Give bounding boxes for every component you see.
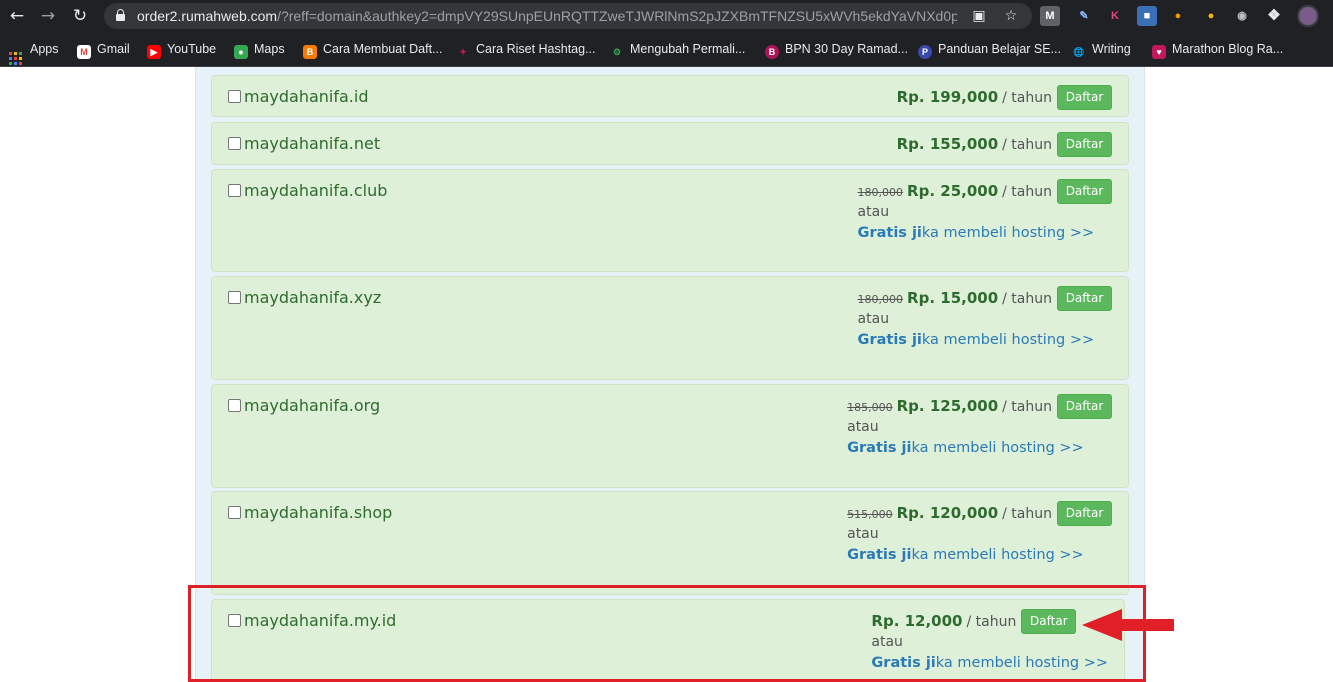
highlight-box — [188, 585, 1146, 682]
bookmark-gmail[interactable]: M Gmail — [77, 40, 130, 59]
daftar-button[interactable]: Daftar — [1057, 286, 1112, 311]
youtube-icon: ▶ — [147, 45, 161, 59]
domain-checkbox[interactable] — [228, 184, 241, 197]
domain-name: maydahanifa.shop — [244, 503, 393, 522]
maps-icon: ● — [234, 45, 248, 59]
period: / tahun — [1002, 90, 1052, 106]
gratis-hosting-link[interactable]: Gratis jika membeli hosting >> — [858, 222, 1112, 244]
domain-row: maydahanifa.org 185,000 Rp. 125,000/ tahu… — [211, 384, 1129, 488]
daftar-button[interactable]: Daftar — [1057, 394, 1112, 419]
price-block: Rp. 155,000/ tahun Daftar — [896, 132, 1112, 157]
bookmark-bpn[interactable]: B BPN 30 Day Ramad... — [765, 40, 908, 59]
link-icon: ✦ — [459, 47, 467, 57]
domain-row: maydahanifa.net Rp. 155,000/ tahun Daftar — [211, 122, 1129, 165]
period: / tahun — [1002, 506, 1052, 522]
old-price: 515,000 — [847, 508, 893, 521]
reload-icon[interactable]: ↻ — [70, 6, 90, 26]
red-arrow-icon — [1082, 609, 1174, 641]
price: Rp. 15,000 — [907, 289, 999, 307]
atau-text: atau — [847, 419, 879, 435]
bookmark-apps[interactable]: Apps — [9, 40, 59, 65]
domain-row: maydahanifa.id Rp. 199,000/ tahun Daftar — [211, 75, 1129, 117]
gmail-icon: M — [77, 45, 91, 59]
price: Rp. 120,000 — [896, 504, 999, 522]
page-content: maydahanifa.id Rp. 199,000/ tahun Daftar … — [0, 67, 1333, 682]
apps-grid-icon — [9, 52, 22, 65]
daftar-button[interactable]: Daftar — [1057, 132, 1112, 157]
old-price: 180,000 — [857, 186, 904, 199]
bookmark-maps[interactable]: ● Maps — [234, 40, 285, 59]
domain-row: maydahanifa.club 180,000 Rp. 25,000/ tahu… — [211, 169, 1129, 272]
mendeley-extension-icon[interactable]: M — [1040, 6, 1060, 26]
daftar-button[interactable]: Daftar — [1057, 501, 1112, 526]
gear-icon: ⚙ — [612, 47, 622, 57]
gratis-hosting-link[interactable]: Gratis jika membeli hosting >> — [847, 544, 1112, 566]
url-text: order2.rumahweb.com/?reff=domain&authkey… — [137, 8, 957, 24]
price-block: Rp. 199,000/ tahun Daftar — [896, 85, 1112, 110]
bookmark-panduan[interactable]: P Panduan Belajar SE... — [918, 40, 1061, 59]
price: Rp. 155,000 — [896, 135, 999, 153]
daftar-button[interactable]: Daftar — [1057, 179, 1112, 204]
domain-name: maydahanifa.org — [244, 396, 381, 415]
domain-name: maydahanifa.club — [244, 181, 388, 200]
profile-avatar[interactable] — [1297, 5, 1319, 27]
atau-text: atau — [857, 204, 890, 220]
lightbulb-extension-icon[interactable]: ● — [1201, 6, 1221, 26]
domain-checkbox[interactable] — [228, 137, 241, 150]
bookmark-cara-membuat[interactable]: B Cara Membuat Daft... — [303, 40, 443, 59]
pen-extension-icon[interactable]: ✎ — [1074, 6, 1094, 26]
price: Rp. 199,000 — [896, 88, 999, 106]
price: Rp. 125,000 — [896, 397, 999, 415]
star-icon[interactable]: ☆ — [1002, 7, 1020, 25]
bookmark-marathon[interactable]: ♥ Marathon Blog Ra... — [1152, 40, 1283, 59]
bpn-icon: B — [765, 45, 779, 59]
period: / tahun — [1002, 291, 1052, 307]
price: Rp. 25,000 — [907, 182, 999, 200]
domain-row: maydahanifa.xyz 180,000 Rp. 15,000/ tahun… — [211, 276, 1129, 380]
old-price: 180,000 — [857, 293, 904, 306]
marathon-icon: ♥ — [1152, 45, 1166, 59]
puzzle-extensions-icon[interactable]: ❖ — [1264, 6, 1284, 26]
browser-toolbar: ← → ↻ order2.rumahweb.com/?reff=domain&a… — [0, 0, 1333, 32]
globe-icon: 🌐 — [1073, 47, 1085, 57]
bookmark-youtube[interactable]: ▶ YouTube — [147, 40, 216, 59]
gratis-hosting-link[interactable]: Gratis jika membeli hosting >> — [847, 437, 1112, 459]
k-extension-icon[interactable]: K — [1105, 6, 1125, 26]
address-bar[interactable]: order2.rumahweb.com/?reff=domain&authkey… — [104, 3, 1032, 29]
forward-arrow-icon[interactable]: → — [38, 6, 58, 26]
atau-text: atau — [847, 526, 879, 542]
domain-checkbox[interactable] — [228, 291, 241, 304]
period: / tahun — [1002, 137, 1052, 153]
p-icon: P — [918, 45, 932, 59]
blogger-icon: B — [303, 45, 317, 59]
price-block: 185,000 Rp. 125,000/ tahun Daftar atau Gra… — [847, 394, 1112, 459]
bookmark-mengubah[interactable]: ⚙ Mengubah Permali... — [610, 40, 745, 58]
bookmark-cara-riset[interactable]: ✦ Cara Riset Hashtag... — [456, 40, 595, 58]
lock-icon — [116, 9, 125, 21]
back-arrow-icon[interactable]: ← — [7, 6, 27, 26]
domain-row: maydahanifa.shop 515,000 Rp. 120,000/ tah… — [211, 491, 1129, 595]
domain-checkbox[interactable] — [228, 399, 241, 412]
seo-extension-icon[interactable]: ● — [1168, 6, 1188, 26]
daftar-button[interactable]: Daftar — [1057, 85, 1112, 110]
domain-checkbox[interactable] — [228, 90, 241, 103]
domain-name: maydahanifa.net — [244, 134, 381, 153]
person-extension-icon[interactable]: ■ — [1137, 6, 1157, 26]
domain-checkbox[interactable] — [228, 506, 241, 519]
atau-text: atau — [857, 311, 890, 327]
price-block: 180,000 Rp. 15,000/ tahun Daftar atau Grat… — [857, 286, 1112, 351]
bookmarks-bar: Apps M Gmail ▶ YouTube ● Maps B Cara Membuat… — [0, 32, 1333, 67]
camera-extension-icon[interactable]: ◉ — [1232, 6, 1252, 26]
period: / tahun — [1002, 184, 1052, 200]
price-block: 515,000 Rp. 120,000/ tahun Daftar atau Gra… — [847, 501, 1112, 566]
bookmark-writing[interactable]: 🌐 Writing — [1072, 40, 1130, 58]
domain-name: maydahanifa.id — [244, 87, 369, 106]
translate-icon[interactable]: ▣ — [970, 7, 988, 25]
period: / tahun — [1002, 399, 1052, 415]
domain-name: maydahanifa.xyz — [244, 288, 382, 307]
price-block: 180,000 Rp. 25,000/ tahun Daftar atau Grat… — [857, 179, 1112, 244]
old-price: 185,000 — [847, 401, 893, 414]
gratis-hosting-link[interactable]: Gratis jika membeli hosting >> — [858, 329, 1112, 351]
